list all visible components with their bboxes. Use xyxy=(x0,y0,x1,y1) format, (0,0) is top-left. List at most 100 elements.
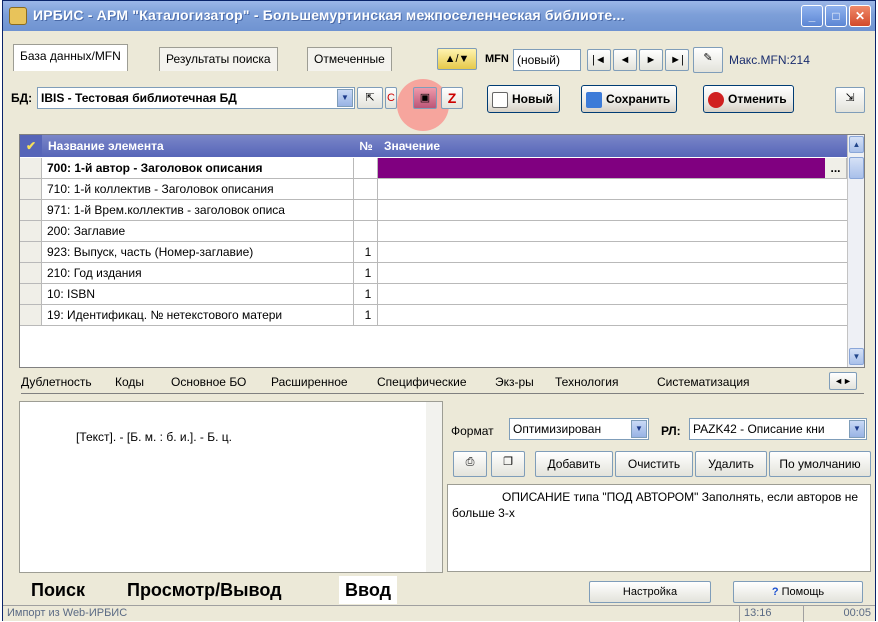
row-num xyxy=(354,179,378,200)
tab-copies[interactable]: Экз-ры xyxy=(495,373,534,393)
chevron-down-icon: ▼ xyxy=(337,89,353,107)
rl-description-text: ОПИСАНИЕ типа "ПОД АВТОРОМ" Заполнять, е… xyxy=(452,490,858,520)
row-name[interactable]: 971: 1-й Врем.коллектив - заголовок опис… xyxy=(42,200,354,221)
default-button[interactable]: По умолчанию xyxy=(769,451,871,477)
formula-icon[interactable]: ▲/▼ xyxy=(437,48,477,70)
database-select[interactable]: IBIS - Тестовая библиотечная БД ▼ xyxy=(37,87,355,109)
row-name[interactable]: 710: 1-й коллектив - Заголовок описания xyxy=(42,179,354,200)
last-record-button[interactable]: ►| xyxy=(665,49,689,71)
save-button[interactable]: Сохранить xyxy=(581,85,678,113)
title-bar: ИРБИС - АРМ "Каталогизатор" - Большемурт… xyxy=(3,1,875,31)
row-num xyxy=(354,221,378,242)
tab-marked[interactable]: Отмеченные xyxy=(307,47,392,71)
row-name[interactable]: 700: 1-й автор - Заголовок описания xyxy=(42,158,354,179)
copy-icon[interactable]: ❐ xyxy=(491,451,525,477)
tab-search[interactable]: Поиск xyxy=(31,576,85,604)
ellipsis-button[interactable]: ... xyxy=(825,158,847,179)
prev-record-button[interactable]: ◄ xyxy=(613,49,637,71)
row-value[interactable] xyxy=(378,284,848,305)
row-name[interactable]: 10: ISBN xyxy=(42,284,354,305)
description-preview: [Текст]. - [Б. м. : б. и.]. - Б. ц. xyxy=(19,401,443,573)
row-indicator xyxy=(20,200,42,221)
scroll-thumb[interactable] xyxy=(849,157,864,179)
db-label: БД: xyxy=(11,91,33,105)
tab-main-bo[interactable]: Основное БО xyxy=(171,373,246,393)
row-name[interactable]: 923: Выпуск, часть (Номер-заглавие) xyxy=(42,242,354,263)
web-import-icon[interactable]: ▣ xyxy=(413,87,437,109)
new-button[interactable]: Новый xyxy=(487,85,560,113)
tab-duplicates[interactable]: Дублетность xyxy=(21,373,92,393)
chevron-down-icon: ▼ xyxy=(631,420,647,438)
tab-view-output[interactable]: Просмотр/Вывод xyxy=(127,576,282,604)
preview-text: [Текст]. - [Б. м. : б. и.]. - Б. ц. xyxy=(76,430,232,444)
cancel-icon xyxy=(708,91,724,108)
minimize-button[interactable]: _ xyxy=(801,5,823,27)
rl-label: РЛ: xyxy=(661,424,681,438)
cancel-button[interactable]: Отменить xyxy=(703,85,794,113)
first-record-button[interactable]: |◄ xyxy=(587,49,611,71)
add-button[interactable]: Добавить xyxy=(535,451,613,477)
field-group-tabs: Дублетность Коды Основное БО Расширенное… xyxy=(21,372,864,394)
row-indicator xyxy=(20,263,42,284)
row-value[interactable] xyxy=(378,263,848,284)
tab-technology[interactable]: Технология xyxy=(555,373,619,393)
close-button[interactable]: ✕ xyxy=(849,5,871,27)
row-num xyxy=(354,158,378,179)
row-indicator xyxy=(20,221,42,242)
scroll-down-icon[interactable]: ▼ xyxy=(849,348,864,365)
settings-button[interactable]: Настройка xyxy=(589,581,711,603)
row-value[interactable] xyxy=(378,305,848,326)
row-name[interactable]: 19: Идентификац. № нетекстового матери xyxy=(42,305,354,326)
print-icon[interactable]: ⎙ xyxy=(453,451,487,477)
import-icon[interactable]: ⇱ xyxy=(357,87,383,109)
refresh-icon[interactable]: C xyxy=(385,87,397,109)
header-value[interactable]: Значение xyxy=(378,135,848,157)
preview-scrollbar[interactable] xyxy=(426,402,442,572)
tab-input[interactable]: Ввод xyxy=(339,576,398,604)
tab-specific[interactable]: Специфические xyxy=(377,373,467,393)
export-icon[interactable]: ⇲ xyxy=(835,87,865,113)
goto-record-icon[interactable]: ✎ xyxy=(693,47,723,73)
delete-button[interactable]: Удалить xyxy=(695,451,767,477)
maximize-button[interactable]: □ xyxy=(825,5,847,27)
tab-extended[interactable]: Расширенное xyxy=(271,373,348,393)
row-indicator xyxy=(20,284,42,305)
tab-codes[interactable]: Коды xyxy=(115,373,144,393)
grid-scrollbar[interactable]: ▲ ▼ xyxy=(847,135,864,367)
row-value[interactable] xyxy=(378,200,848,221)
rl-select[interactable]: PAZK42 - Описание кни ▼ xyxy=(689,418,867,440)
new-label: Новый xyxy=(512,92,553,106)
tab-scroll-icon[interactable]: ◄► xyxy=(829,372,857,390)
row-name[interactable]: 200: Заглавие xyxy=(42,221,354,242)
app-icon xyxy=(9,7,27,25)
next-record-button[interactable]: ► xyxy=(639,49,663,71)
app-window: ИРБИС - АРМ "Каталогизатор" - Большемурт… xyxy=(2,0,876,622)
header-num[interactable]: № xyxy=(354,135,378,157)
tab-search-results[interactable]: Результаты поиска xyxy=(159,47,278,71)
help-button[interactable]: ? Помощь xyxy=(733,581,863,603)
format-select[interactable]: Оптимизирован ▼ xyxy=(509,418,649,440)
row-indicator xyxy=(20,179,42,200)
row-value[interactable] xyxy=(378,179,848,200)
row-name[interactable]: 210: Год издания xyxy=(42,263,354,284)
row-indicator xyxy=(20,158,42,179)
field-grid: ✔ Название элемента № Значение 700: 1-й … xyxy=(19,134,865,368)
row-value[interactable] xyxy=(378,242,848,263)
clear-button[interactable]: Очистить xyxy=(615,451,693,477)
mfn-field[interactable]: (новый) xyxy=(513,49,581,71)
chevron-down-icon: ▼ xyxy=(849,420,865,438)
save-label: Сохранить xyxy=(606,92,671,106)
help-icon: ? xyxy=(771,586,782,598)
row-value[interactable] xyxy=(378,158,848,179)
z-icon[interactable]: Z xyxy=(441,87,463,109)
scroll-up-icon[interactable]: ▲ xyxy=(849,136,864,153)
row-value[interactable] xyxy=(378,221,848,242)
row-num: 1 xyxy=(354,263,378,284)
header-name[interactable]: Название элемента xyxy=(42,135,354,157)
save-icon xyxy=(586,91,602,108)
tab-systematization[interactable]: Систематизация xyxy=(657,373,750,393)
help-label: Помощь xyxy=(781,586,825,598)
status-bar: Импорт из Web-ИРБИС 13:16 00:05 xyxy=(3,605,875,622)
format-label: Формат xyxy=(451,424,494,438)
tab-database-mfn[interactable]: База данных/MFN xyxy=(13,44,128,71)
